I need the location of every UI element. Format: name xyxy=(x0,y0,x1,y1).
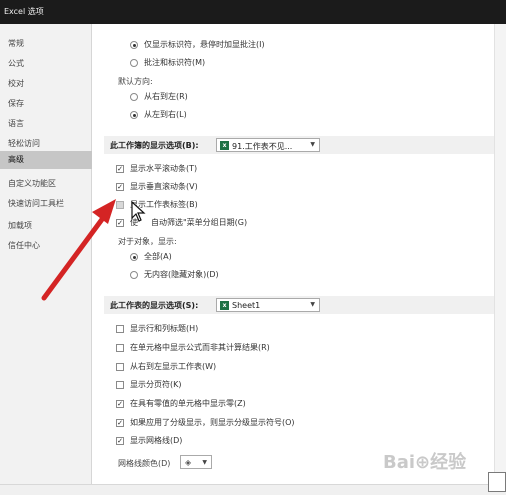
excel-workbook-icon: x xyxy=(220,141,229,150)
vertical-scrollbar[interactable] xyxy=(494,24,506,484)
sidebar-item-save[interactable]: 保存 xyxy=(0,95,92,113)
radio-left-to-right[interactable] xyxy=(130,111,138,119)
radio-right-to-left[interactable] xyxy=(130,93,138,101)
checkbox-outline-symbols[interactable] xyxy=(116,419,124,427)
option-show-outline-symbols[interactable]: 如果应用了分级显示，则显示分级显示符号(O) xyxy=(116,416,346,430)
option-indicators-only[interactable]: 仅显示标识符，悬停时加显批注(I) xyxy=(130,38,350,52)
option-right-to-left[interactable]: 从右到左(R) xyxy=(130,90,250,104)
option-show-vertical-scrollbar[interactable]: 显示垂直滚动条(V) xyxy=(116,180,266,194)
sidebar-item-general[interactable]: 常规 xyxy=(0,35,92,53)
sidebar-item-language[interactable]: 语言 xyxy=(0,115,92,133)
chevron-down-icon: ▼ xyxy=(310,301,315,308)
chevron-down-icon: ▼ xyxy=(202,459,207,466)
checkbox-group-dates[interactable] xyxy=(116,219,124,227)
excel-sheet-icon: x xyxy=(220,301,229,310)
title-bar: Excel 选项 xyxy=(0,0,506,24)
checkbox-page-breaks[interactable] xyxy=(116,381,124,389)
sheet-select-dropdown[interactable]: x Sheet1 ▼ xyxy=(216,298,320,312)
sidebar-item-proofing[interactable]: 校对 xyxy=(0,75,92,93)
sidebar-item-trust-center[interactable]: 信任中心 xyxy=(0,237,92,255)
checkbox-horizontal-scrollbar[interactable] xyxy=(116,165,124,173)
option-show-formulas[interactable]: 在单元格中显示公式而非其计算结果(R) xyxy=(116,341,316,355)
radio-indicators-only[interactable] xyxy=(130,41,138,49)
option-show-zero[interactable]: 在具有零值的单元格中显示零(Z) xyxy=(116,397,296,411)
checkbox-sheet-tabs[interactable] xyxy=(116,201,124,209)
option-left-to-right[interactable]: 从左到右(L) xyxy=(130,108,250,122)
mouse-cursor-icon xyxy=(131,201,146,222)
radio-objects-all[interactable] xyxy=(130,253,138,261)
checkbox-show-zero[interactable] xyxy=(116,400,124,408)
checkbox-gridlines[interactable] xyxy=(116,437,124,445)
worksheet-display-section-header: 此工作表的显示选项(S): x Sheet1 ▼ xyxy=(104,296,494,314)
sidebar-item-quick-access-toolbar[interactable]: 快速访问工具栏 xyxy=(0,195,92,213)
sidebar-item-formulas[interactable]: 公式 xyxy=(0,55,92,73)
sidebar: 常规 公式 校对 保存 语言 轻松访问 高级 自定义功能区 快速访问工具栏 加载… xyxy=(0,24,92,495)
watermark: Bai⊕经验 xyxy=(383,452,467,473)
option-show-page-breaks[interactable]: 显示分页符(K) xyxy=(116,378,236,392)
checkbox-show-formulas[interactable] xyxy=(116,344,124,352)
sidebar-item-add-ins[interactable]: 加载项 xyxy=(0,217,92,235)
option-objects-none[interactable]: 无内容(隐藏对象)(D) xyxy=(130,268,250,282)
sidebar-item-customize-ribbon[interactable]: 自定义功能区 xyxy=(0,175,92,193)
sidebar-item-advanced[interactable]: 高级 xyxy=(0,151,92,169)
default-direction-label: 默认方向: xyxy=(118,77,153,86)
radio-objects-none[interactable] xyxy=(130,271,138,279)
workbook-select-dropdown[interactable]: x 91.工作表不见... ▼ xyxy=(216,138,320,152)
option-right-to-left-sheet[interactable]: 从右到左显示工作表(W) xyxy=(116,360,266,374)
option-show-gridlines[interactable]: 显示网格线(D) xyxy=(116,434,236,448)
paint-bucket-icon: ◈ xyxy=(185,458,192,467)
option-show-row-col-headers[interactable]: 显示行和列标题(H) xyxy=(116,322,266,336)
gridline-color-label: 网格线颜色(D) xyxy=(118,459,171,468)
checkbox-row-col-headers[interactable] xyxy=(116,325,124,333)
checkbox-right-to-left-sheet[interactable] xyxy=(116,363,124,371)
ok-button[interactable] xyxy=(488,472,506,492)
workbook-display-section-header: 此工作簿的显示选项(B): x 91.工作表不见... ▼ xyxy=(104,136,494,154)
window-title: Excel 选项 xyxy=(4,7,44,16)
gridline-color-picker[interactable]: ◈ ▼ xyxy=(180,455,212,469)
for-objects-label: 对于对象，显示: xyxy=(118,237,177,246)
chevron-down-icon: ▼ xyxy=(310,141,315,148)
checkbox-vertical-scrollbar[interactable] xyxy=(116,183,124,191)
option-objects-all[interactable]: 全部(A) xyxy=(130,250,210,264)
dialog-bottom-bar xyxy=(0,484,506,495)
radio-comments-and-indicators[interactable] xyxy=(130,59,138,67)
option-show-horizontal-scrollbar[interactable]: 显示水平滚动条(T) xyxy=(116,162,266,176)
option-comments-and-indicators[interactable]: 批注和标识符(M) xyxy=(130,56,350,70)
